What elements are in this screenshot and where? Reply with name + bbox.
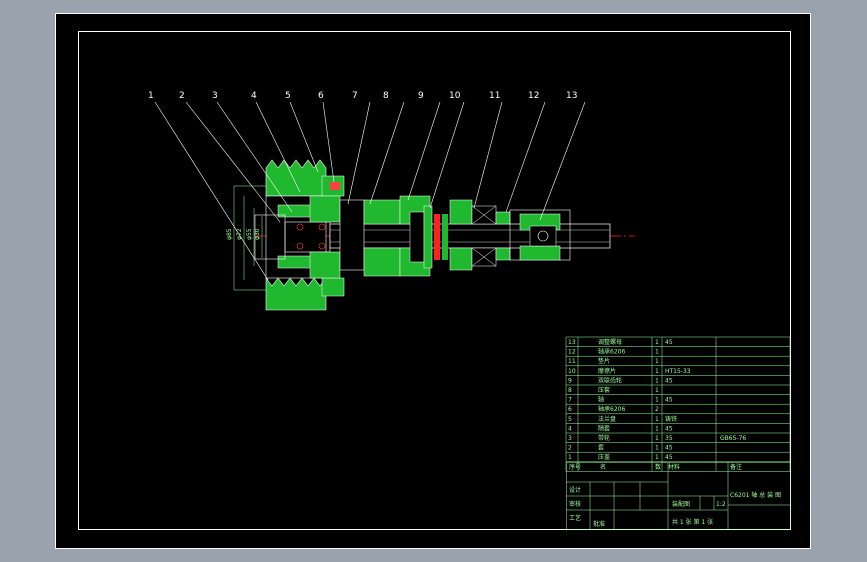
dim-2: φ72 [236, 228, 243, 240]
bom-cell: 轴 [598, 396, 604, 404]
bom-cell: 2 [568, 445, 572, 452]
bom-cell: 1 [655, 425, 659, 432]
balloon-4: 4 [251, 91, 257, 101]
cad-drawing: φ85 φ72 φ55 φ30 1 2 3 4 5 6 7 8 9 10 11 … [55, 13, 811, 549]
balloon-6: 6 [318, 91, 324, 101]
bom-cell: HT15-33 [665, 368, 691, 375]
inner-frame [78, 31, 791, 530]
bom-cell: 1 [655, 416, 659, 423]
designer-label: 设计 [569, 486, 581, 494]
bom-cell: 带轮 [598, 434, 610, 442]
balloon-3: 3 [212, 91, 218, 101]
bom-cell: 4 [568, 425, 572, 432]
bom-cell: 1 [655, 349, 659, 356]
bom-cell: 调整螺母 [598, 338, 622, 346]
bom-cell: 13 [568, 339, 576, 346]
bom-cell: 2 [655, 406, 659, 413]
bom-cell: 45 [665, 454, 673, 461]
drawing-type: 装配图 [672, 500, 690, 508]
bom-cell: 12 [568, 349, 576, 356]
bom-header-cell: 名 [600, 463, 606, 471]
balloon-10: 10 [449, 91, 461, 101]
bom-header-cell: 序号 [569, 463, 581, 471]
bom-cell: 1 [655, 358, 659, 365]
bom-cell: 7 [568, 397, 572, 404]
bom-header-cell: 数 [655, 463, 661, 471]
bom-cell: 1 [655, 397, 659, 404]
bom-cell: 45 [665, 377, 673, 384]
bom-cell: 1 [655, 377, 659, 384]
bom-cell: 法兰盘 [598, 415, 616, 423]
balloon-numbers: 1 2 3 4 5 6 7 8 9 10 11 12 13 [148, 91, 577, 101]
balloon-9: 9 [418, 91, 424, 101]
dim-1: φ85 [226, 228, 233, 240]
bom-cell: 双联齿轮 [598, 376, 622, 384]
bom-cell: GB65-76 [720, 435, 746, 442]
dim-3: φ55 [246, 228, 253, 240]
balloon-12: 12 [528, 91, 539, 101]
balloon-5: 5 [285, 91, 291, 101]
bom-cell: 1 [655, 445, 659, 452]
balloon-7: 7 [352, 91, 358, 101]
bom-cell: 压盖 [598, 453, 610, 461]
bom-header-cell: 材料 [668, 463, 680, 471]
scale: 1:2 [716, 501, 726, 508]
bom-cell: 1 [655, 387, 659, 394]
bom-cell: 45 [665, 445, 673, 452]
balloon-11: 11 [489, 91, 500, 101]
bom-cell: 铸铁 [665, 415, 677, 423]
sheet-count: 共 1 张 第 1 张 [672, 518, 713, 526]
bom-cell: 1 [655, 454, 659, 461]
bom-cell: 轴承6206 [598, 348, 625, 356]
bom-cell: 8 [568, 387, 572, 394]
bom-cell: 垫片 [598, 357, 610, 365]
bom-cell: 45 [665, 339, 673, 346]
process-label: 工艺 [569, 514, 581, 522]
bom-header-cell: 备注 [730, 463, 742, 471]
bom-cell: 35 [665, 435, 673, 442]
bom-cell: 9 [568, 377, 572, 384]
bom-cell: 隔套 [598, 424, 610, 432]
bom-cell: 1 [655, 368, 659, 375]
bom-cell: 10 [568, 368, 576, 375]
bom-cell: 45 [665, 397, 673, 404]
bom-cell: 1 [655, 435, 659, 442]
dim-4: φ30 [254, 228, 261, 240]
balloon-2: 2 [179, 91, 185, 101]
bom-cell: 1 [568, 454, 572, 461]
balloon-8: 8 [383, 91, 389, 101]
bom-cell: 套 [598, 444, 604, 452]
outer-frame [55, 13, 811, 549]
approve-label: 批准 [593, 520, 605, 528]
bom-cell: 轴承6206 [598, 405, 625, 413]
bom-cell: 6 [568, 406, 572, 413]
bom-table: 13 调整螺母 1 4512 轴承6206 111 垫片 110 摩擦片 1 HT15-339 双联齿… [565, 336, 791, 472]
bom-cell: 3 [568, 435, 572, 442]
bom-cell: 45 [665, 425, 673, 432]
balloon-13: 13 [566, 91, 577, 101]
bom-cell: 1 [655, 339, 659, 346]
bom-cell: 压套 [598, 386, 610, 394]
bom-cell: 5 [568, 416, 572, 423]
balloon-1: 1 [148, 91, 154, 101]
bom-cell: 11 [568, 358, 576, 365]
bom-cell: 摩擦片 [598, 367, 616, 375]
drawing-title: C6201 轴 总 装 图 [730, 491, 781, 499]
checker-label: 审核 [569, 500, 581, 508]
